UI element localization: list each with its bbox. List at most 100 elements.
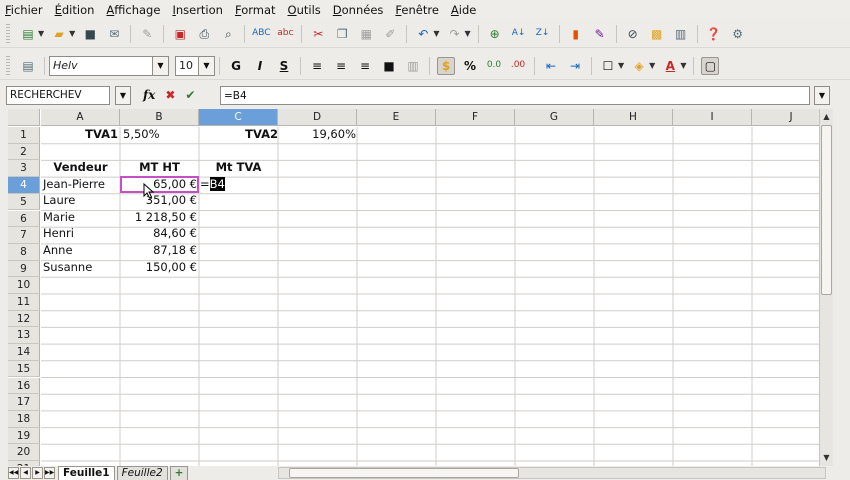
select-all-corner[interactable] (8, 109, 40, 126)
name-box-dropdown[interactable]: ▼ (115, 85, 131, 105)
menu-donnees[interactable]: Données (333, 3, 384, 17)
font-color-icon[interactable]: A (661, 57, 679, 75)
formula-expand-button[interactable]: ▼ (814, 86, 830, 105)
column-header-a[interactable]: A (41, 109, 120, 126)
cell-A7[interactable]: Henri (43, 226, 120, 241)
scroll-down-icon[interactable]: ▼ (820, 451, 833, 465)
row-header-7[interactable]: 7 (8, 227, 40, 244)
row-header-18[interactable]: 18 (8, 410, 40, 428)
row-header-4[interactable]: 4 (8, 177, 40, 194)
toolbar-grip[interactable] (6, 23, 10, 44)
cell-B9[interactable]: 150,00 € (120, 260, 197, 275)
sort-ascending-icon[interactable]: A↓ (510, 25, 528, 43)
add-sheet-button[interactable]: + (169, 466, 189, 480)
tab-feuille2[interactable]: Feuille2 (116, 466, 168, 480)
settings-icon[interactable]: ⚙ (729, 25, 747, 43)
gallery-icon[interactable]: ▩ (648, 25, 666, 43)
row-header-8[interactable]: 8 (8, 243, 40, 261)
cell-A6[interactable]: Marie (43, 210, 120, 225)
print-preview-icon[interactable]: ⌕ (219, 25, 237, 43)
background-color-icon[interactable]: ◈ (630, 57, 648, 75)
new-document-icon[interactable]: ▤ (19, 25, 37, 43)
save-icon[interactable]: ■ (81, 25, 99, 43)
cell-A3[interactable]: Vendeur (41, 160, 120, 175)
sort-descending-icon[interactable]: Z↓ (534, 25, 552, 43)
column-header-e[interactable]: E (357, 109, 436, 126)
cut-icon[interactable]: ✂ (309, 25, 327, 43)
column-header-g[interactable]: G (515, 109, 594, 126)
align-center-icon[interactable]: ≡ (332, 57, 350, 75)
name-box[interactable]: RECHERCHEV (6, 85, 110, 105)
email-icon[interactable]: ✉ (105, 25, 123, 43)
menu-format[interactable]: Format (235, 3, 276, 17)
column-header-h[interactable]: H (594, 109, 673, 126)
paste-icon[interactable]: ▦ (357, 25, 375, 43)
justify-icon[interactable]: ■ (380, 57, 398, 75)
chevron-down-icon[interactable]: ▼ (69, 29, 75, 38)
row-header-12[interactable]: 12 (8, 310, 40, 328)
row-header-1[interactable]: 1 (8, 127, 40, 144)
data-sources-icon[interactable]: ▥ (672, 25, 690, 43)
undo-icon[interactable]: ↶ (414, 25, 432, 43)
cell-C1[interactable]: TVA2 (199, 127, 278, 142)
chevron-down-icon[interactable]: ▼ (618, 61, 624, 70)
align-right-icon[interactable]: ≡ (356, 57, 374, 75)
chart-icon[interactable]: ▮ (567, 25, 585, 43)
draw-functions-icon[interactable]: ✎ (591, 25, 609, 43)
font-size-dropdown[interactable]: ▼ (199, 55, 215, 76)
cell-B1[interactable]: 5,50% (121, 127, 198, 142)
chevron-down-icon[interactable]: ▼ (464, 29, 470, 38)
function-wizard-button[interactable]: fx (143, 88, 155, 102)
formula-input[interactable]: =B4 (220, 86, 810, 105)
underline-button[interactable]: S (275, 57, 293, 75)
chevron-down-icon[interactable]: ▼ (433, 29, 439, 38)
cell-B4[interactable]: 65,00 € (120, 177, 197, 192)
row-header-10[interactable]: 10 (8, 277, 40, 294)
percent-format-button[interactable]: % (461, 57, 479, 75)
row-header-13[interactable]: 13 (8, 327, 40, 345)
row-header-5[interactable]: 5 (8, 193, 40, 211)
align-left-icon[interactable]: ≡ (308, 57, 326, 75)
navigator-icon[interactable]: ⊘ (624, 25, 642, 43)
column-header-f[interactable]: F (436, 109, 515, 126)
chevron-down-icon[interactable]: ▼ (649, 61, 655, 70)
first-sheet-icon[interactable]: ◀◀ (8, 467, 19, 479)
cell-B7[interactable]: 84,60 € (120, 226, 197, 241)
scroll-up-icon[interactable]: ▲ (820, 110, 833, 124)
column-header-d[interactable]: D (278, 109, 357, 126)
previous-sheet-icon[interactable]: ◀ (20, 467, 31, 479)
cell-C4-editing[interactable]: =B4 (200, 177, 278, 192)
menu-outils[interactable]: Outils (288, 3, 321, 17)
add-decimal-icon[interactable]: .00 (509, 57, 527, 75)
vertical-scrollbar[interactable]: ▲ ▼ (819, 109, 833, 466)
tab-feuille1[interactable]: Feuille1 (58, 466, 115, 480)
print-icon[interactable]: ⎙ (195, 25, 213, 43)
copy-icon[interactable]: ❐ (333, 25, 351, 43)
menu-edition[interactable]: Édition (55, 3, 95, 17)
styles-icon[interactable]: ▤ (19, 57, 37, 75)
clone-formatting-icon[interactable]: ✐ (381, 25, 399, 43)
column-header-j[interactable]: J (752, 109, 819, 126)
open-folder-icon[interactable]: ▰ (50, 25, 68, 43)
hyperlink-icon[interactable]: ⊕ (486, 25, 504, 43)
merge-cells-icon[interactable]: ▥ (404, 57, 422, 75)
chevron-down-icon[interactable]: ▼ (680, 61, 686, 70)
edit-file-icon[interactable]: ✎ (138, 25, 156, 43)
menu-aide[interactable]: Aide (451, 3, 476, 17)
cell-A9[interactable]: Susanne (43, 260, 120, 275)
last-sheet-icon[interactable]: ▶▶ (44, 467, 55, 479)
currency-format-icon[interactable]: $ (437, 56, 455, 75)
spreadsheet-grid[interactable]: ABCDEFGHIJ 1 2 3 4 5 6 7 8 9 10 11 12 13 14 15 16 17 18 19… (8, 109, 819, 466)
font-name-dropdown[interactable]: ▼ (153, 55, 169, 76)
export-pdf-icon[interactable]: ▣ (171, 25, 189, 43)
row-header-19[interactable]: 19 (8, 427, 40, 445)
cell-D1[interactable]: 19,60% (278, 127, 356, 142)
cell-B8[interactable]: 87,18 € (120, 243, 197, 258)
autospellcheck-icon[interactable]: abc (276, 25, 294, 43)
column-header-b[interactable]: B (120, 109, 199, 126)
row-header-6[interactable]: 6 (8, 210, 40, 228)
menu-fenetre[interactable]: Fenêtre (395, 3, 439, 17)
row-header-16[interactable]: 16 (8, 377, 40, 395)
next-sheet-icon[interactable]: ▶ (32, 467, 43, 479)
row-header-2[interactable]: 2 (8, 143, 40, 161)
